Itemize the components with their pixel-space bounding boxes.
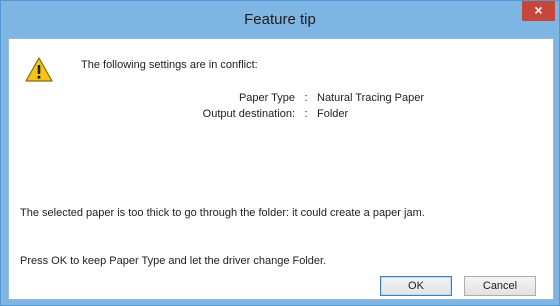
instruction-message: Press OK to keep Paper Type and let the …	[20, 255, 327, 267]
ok-button[interactable]: OK	[380, 276, 452, 296]
setting-value: Natural Tracing Paper	[317, 92, 424, 104]
conflict-message: The selected paper is too thick to go th…	[20, 207, 425, 219]
dialog-title: Feature tip	[244, 11, 316, 28]
conflict-heading: The following settings are in conflict:	[81, 59, 258, 71]
dialog-content: The following settings are in conflict: …	[8, 38, 554, 300]
title-bar[interactable]: Feature tip ×	[1, 1, 559, 38]
close-icon: ×	[534, 2, 543, 18]
close-button[interactable]: ×	[522, 1, 555, 21]
conflict-settings: Paper Type : Natural Tracing Paper Outpu…	[159, 92, 424, 124]
setting-value: Folder	[317, 108, 349, 120]
setting-key: Paper Type	[238, 92, 295, 104]
setting-row: Output destination: : Folder	[159, 108, 424, 124]
feature-tip-dialog: Feature tip × The following settings are…	[0, 0, 560, 306]
setting-separator: :	[304, 108, 308, 120]
cancel-button[interactable]: Cancel	[464, 276, 536, 296]
warning-icon	[25, 57, 53, 82]
setting-key: Output destination:	[202, 108, 295, 120]
setting-separator: :	[304, 92, 308, 104]
setting-row: Paper Type : Natural Tracing Paper	[159, 92, 424, 108]
